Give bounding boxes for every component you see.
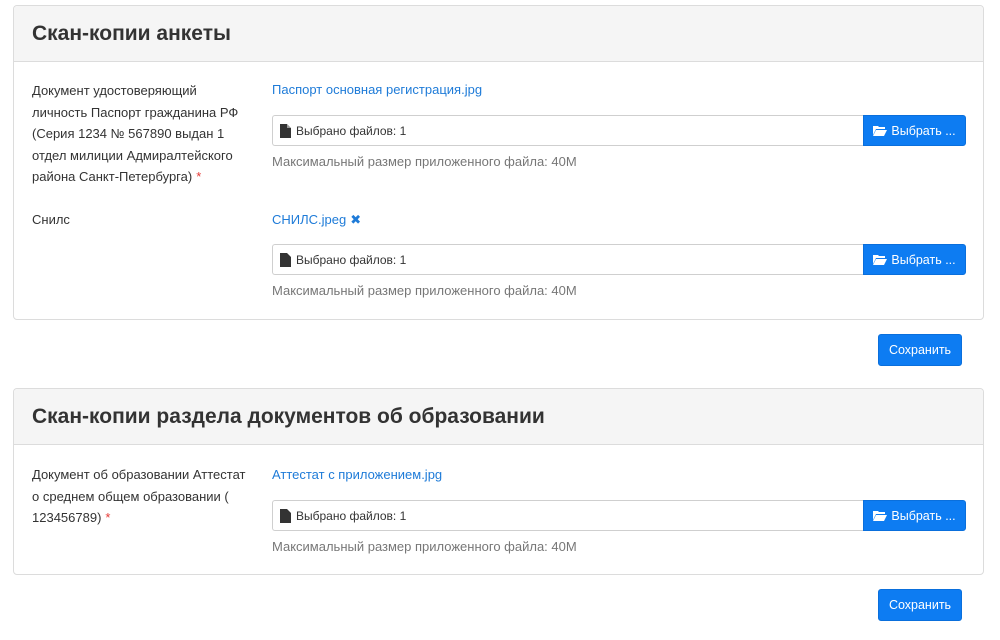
browse-button-label: Выбрать ... [891, 508, 956, 523]
field-label-education: Документ об образовании Аттестат о средн… [32, 464, 252, 529]
field-label-passport: Документ удостоверяющий личность Паспорт… [32, 80, 252, 188]
required-mark: * [105, 510, 111, 525]
save-button[interactable]: Сохранить [878, 334, 962, 366]
field-label-snils: Снилс [32, 209, 252, 231]
file-status-display[interactable]: Выбрано файлов: 1 [272, 244, 863, 275]
uploaded-file-name[interactable]: СНИЛС.jpeg [272, 212, 346, 227]
education-scan-card: Скан-копии раздела документов об образов… [13, 388, 984, 575]
section-title: Скан-копии анкеты [32, 21, 231, 45]
file-status-display[interactable]: Выбрано файлов: 1 [272, 115, 863, 146]
field-label-text: Документ об образовании Аттестат о средн… [32, 467, 246, 525]
section-title: Скан-копии раздела документов об образов… [32, 404, 545, 428]
uploaded-file-link[interactable]: Паспорт основная регистрация.jpg [272, 82, 482, 97]
file-status-display[interactable]: Выбрано файлов: 1 [272, 500, 863, 531]
file-input[interactable]: Выбрано файлов: 1 Выбрать ... [272, 244, 966, 275]
file-status-text: Выбрано файлов: 1 [296, 508, 407, 523]
field-label-text: Снилс [32, 212, 70, 227]
card-header: Скан-копии раздела документов об образов… [14, 389, 983, 445]
card-header: Скан-копии анкеты [14, 6, 983, 62]
file-status-text: Выбрано файлов: 1 [296, 252, 407, 267]
folder-open-icon [873, 126, 888, 136]
browse-button-label: Выбрать ... [891, 123, 956, 138]
file-size-hint: Максимальный размер приложенного файла: … [272, 539, 577, 554]
file-input[interactable]: Выбрано файлов: 1 Выбрать ... [272, 500, 966, 531]
required-mark: * [196, 169, 202, 184]
close-icon[interactable]: ✖ [350, 212, 361, 227]
folder-open-icon [873, 255, 888, 265]
scan-form-card: Скан-копии анкеты Документ удостоверяющи… [13, 5, 984, 320]
file-icon [280, 123, 291, 138]
file-status-text: Выбрано файлов: 1 [296, 123, 407, 138]
save-button[interactable]: Сохранить [878, 589, 962, 621]
field-label-text: Документ удостоверяющий личность Паспорт… [32, 83, 239, 184]
folder-open-icon [873, 511, 888, 521]
browse-button[interactable]: Выбрать ... [863, 115, 966, 146]
file-input[interactable]: Выбрано файлов: 1 Выбрать ... [272, 115, 966, 146]
uploaded-file-link[interactable]: СНИЛС.jpeg ✖ [272, 212, 361, 228]
file-size-hint: Максимальный размер приложенного файла: … [272, 283, 577, 298]
uploaded-file-link[interactable]: Аттестат с приложением.jpg [272, 467, 442, 482]
file-icon [280, 508, 291, 523]
browse-button[interactable]: Выбрать ... [863, 500, 966, 531]
browse-button-label: Выбрать ... [891, 252, 956, 267]
file-icon [280, 252, 291, 267]
file-size-hint: Максимальный размер приложенного файла: … [272, 154, 577, 169]
browse-button[interactable]: Выбрать ... [863, 244, 966, 275]
